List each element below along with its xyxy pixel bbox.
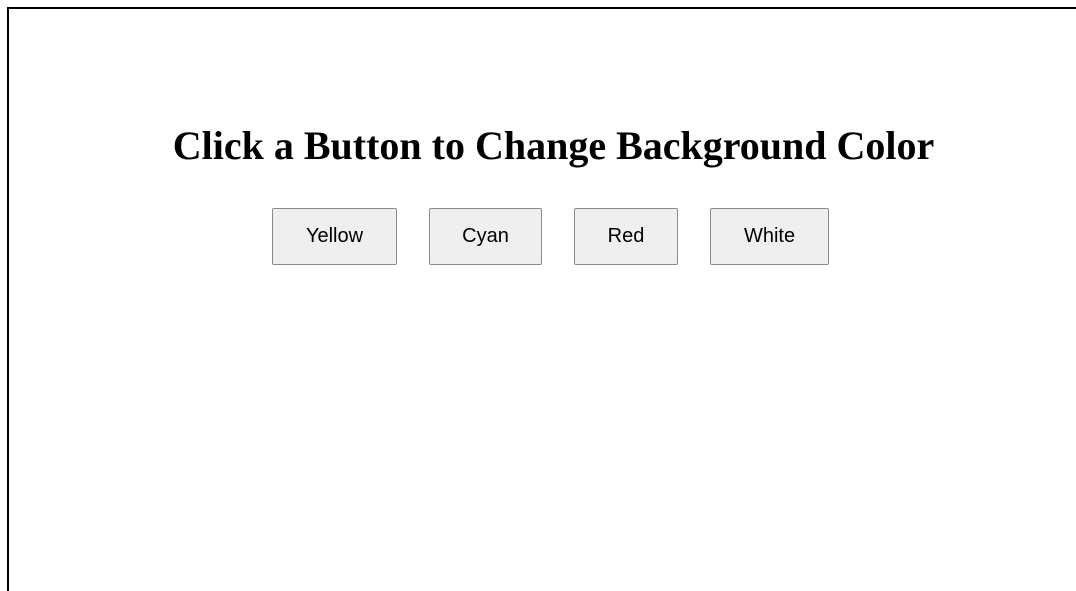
red-button[interactable]: Red xyxy=(574,208,678,265)
cyan-button[interactable]: Cyan xyxy=(429,208,542,265)
yellow-button[interactable]: Yellow xyxy=(272,208,397,265)
white-button[interactable]: White xyxy=(710,208,829,265)
page-title: Click a Button to Change Background Colo… xyxy=(172,123,935,168)
page-frame: Click a Button to Change Background Colo… xyxy=(7,7,1076,591)
corner-mark xyxy=(0,0,7,7)
